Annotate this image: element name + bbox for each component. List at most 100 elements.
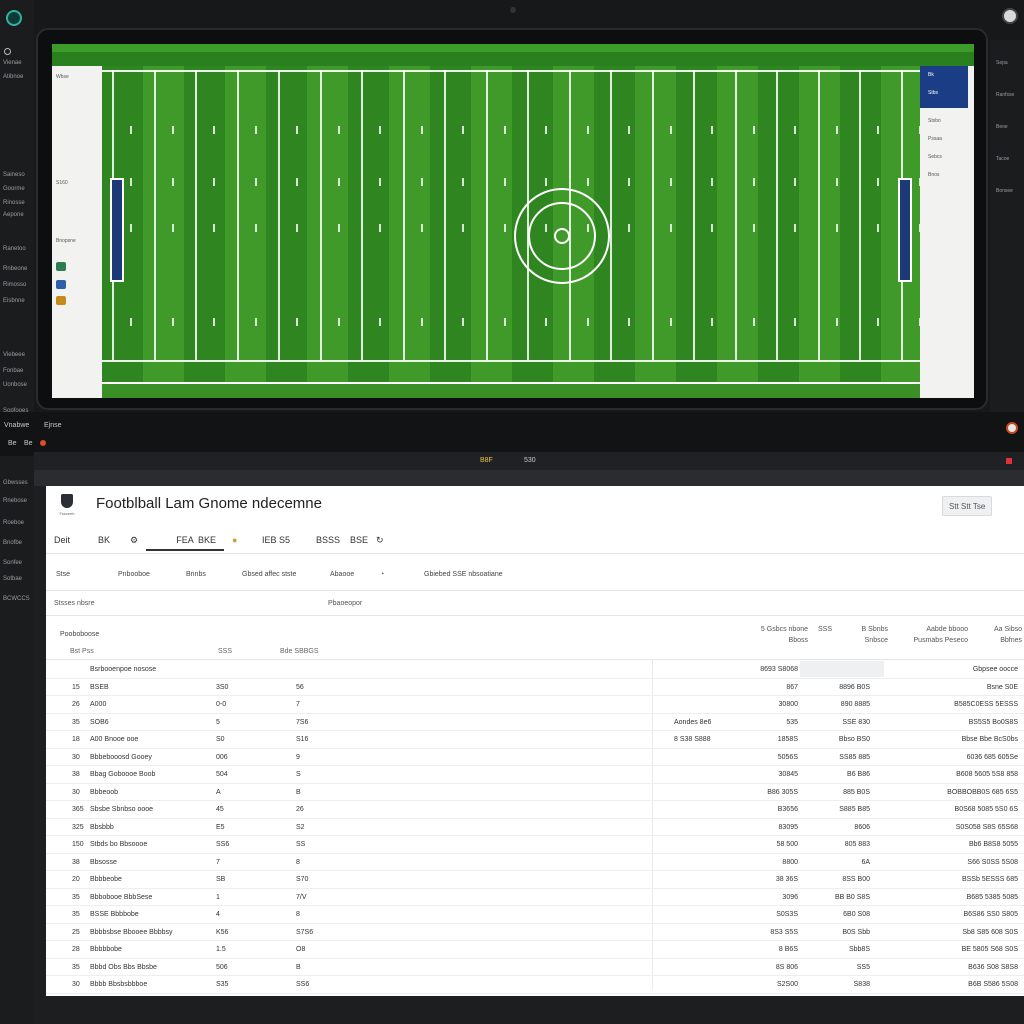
tab-label[interactable]: B8F [480, 457, 493, 464]
table-cell: 9 [296, 753, 300, 761]
table-row[interactable]: 30 Bbbeoob A B B86 305S 885 B0S BOBBOBB0S 685 … [46, 784, 1024, 801]
table-row[interactable]: 20 Bbbbeobe SB S70 38 36S 8SS B00 BSSb 5ESSS 6… [46, 871, 1024, 889]
left-sidebar-item[interactable]: Gbwsses [3, 480, 28, 486]
team-badge-icon[interactable] [56, 262, 66, 271]
left-sidebar-item[interactable]: Viebeee [3, 352, 25, 358]
hash-mark [213, 224, 215, 232]
address-bar[interactable] [34, 470, 1024, 486]
settings-icon[interactable] [1006, 422, 1018, 434]
table-row[interactable]: 18 A00 Bnooe ooe S0 S16 8 S38 S888 1858S Bbso … [46, 731, 1024, 749]
taskbar-item[interactable]: Be [24, 440, 33, 447]
left-sidebar-item[interactable]: Goorme [3, 186, 25, 192]
table-cell: BSEB [90, 683, 109, 691]
tab-bke[interactable]: BKE [198, 535, 216, 545]
hash-mark [628, 126, 630, 134]
filter-bnnbs[interactable]: Bnnbs [186, 571, 206, 578]
col-header-line: Bboss [788, 637, 808, 644]
right-sidebar-item[interactable]: Bonsee [996, 188, 1013, 194]
record-icon[interactable] [40, 440, 46, 446]
user-avatar-icon[interactable] [1002, 8, 1018, 24]
yard-line [153, 70, 156, 360]
header-cell[interactable]: Bde SBBGS [280, 648, 319, 655]
left-sidebar-item[interactable]: Eisbnne [3, 298, 25, 304]
right-sidebar-item[interactable]: Beoe [996, 124, 1008, 130]
left-sidebar-item[interactable]: Atibnoe [3, 74, 23, 80]
left-sidebar-item[interactable]: Rinosse [3, 200, 25, 206]
team-badge-icon[interactable] [56, 280, 66, 289]
table-row[interactable]: 38 Bbsosse 7 8 8800 6A S66 S0SS 5S08 [46, 854, 1024, 871]
table-row[interactable]: 30 Bbbebooosd Gooey 006 9 5056S SS85 885 6036 … [46, 749, 1024, 766]
table-row[interactable]: 26 A000 0-0 7 30800 890 8885 B585C0ESS 5ESSS [46, 696, 1024, 714]
table-row[interactable]: 28 Bbbbbobe 1.5 O8 8 B6S Sbb8S BE 5805 S68 S0S [46, 941, 1024, 959]
taskbar-item[interactable]: Vnabwe [4, 422, 29, 429]
gear-icon[interactable]: ⚙ [130, 535, 138, 546]
left-sidebar-item[interactable]: Sonfee [3, 560, 22, 566]
table-cell: 8SS B00 [842, 876, 870, 883]
tab-bse[interactable]: BSE [350, 535, 368, 545]
app-logo[interactable]: Fssceeb [54, 492, 80, 518]
table-cell: 18 [72, 736, 80, 743]
table-row[interactable]: 150 Stbds bo Bbsoooe SS6 SS 58 500 805 883 Bb6… [46, 836, 1024, 854]
table-row[interactable]: Bsrbooenpoe nosose 8693 S8068 Gbpsee oocce [46, 661, 1024, 679]
filter-clock-icon[interactable]: ◔ [380, 571, 384, 578]
team-badge-icon[interactable] [56, 296, 66, 305]
panel-right-mid-label: Stbs [928, 90, 939, 96]
left-sidebar-item[interactable]: Rimosso [3, 282, 26, 288]
table-row[interactable]: 30 Bbbb Bbsbsbbboe S35 SS6 S2S00 S838 B6B S586… [46, 976, 1024, 994]
filter-pnbooboe[interactable]: Pnbooboe [118, 571, 150, 578]
refresh-icon[interactable]: ↻ [376, 535, 384, 546]
filter-stse[interactable]: Stse [56, 571, 70, 578]
right-sidebar-item[interactable]: Sepa [996, 60, 1008, 66]
table-cell: S0 [216, 736, 225, 743]
table-row[interactable]: 25 Bbbbsbse Bbooee Bbbbsy K56 S7S6 8S3 S5S B0… [46, 924, 1024, 941]
table-row[interactable]: 35 Bbbd Obs Bbs Bbsbe 506 B 8S 806 SS5 B636 S0… [46, 959, 1024, 976]
taskbar-item[interactable]: Ejnse [44, 422, 62, 429]
table-row[interactable]: 325 Bbsbbb E5 S2 83095 8606 S0S058 S8S 65S68 [46, 819, 1024, 836]
right-sidebar-item[interactable]: Tacoe [996, 156, 1009, 162]
filter-abaooe[interactable]: Abaooe [330, 571, 354, 578]
table-row[interactable]: 35 SOB6 5 7S6 Aondes 8e6 535 SSE 830 BS5S5 Bo0S… [46, 714, 1024, 731]
left-sidebar-item[interactable]: Bnofbe [3, 540, 22, 546]
header-cell[interactable]: Bst Pss [70, 648, 94, 655]
taskbar-item[interactable]: Be [8, 440, 17, 447]
left-sidebar-item[interactable]: Uonbose [3, 382, 27, 388]
left-sidebar-item[interactable]: Aepone [3, 212, 24, 218]
left-sidebar-item[interactable]: BCWCCS [3, 596, 30, 602]
table-row[interactable]: 35 Bbbobooe BbbSese 1 7/V 3096 BB B0 S8S B685 … [46, 889, 1024, 906]
left-sidebar-item[interactable]: Vienae [3, 60, 22, 66]
close-icon[interactable] [1006, 458, 1012, 464]
table-row[interactable]: 38 Bbag Goboooe Boob 504 S 30845 B6 B86 B608 5… [46, 766, 1024, 784]
hash-mark [835, 126, 838, 134]
coin-icon[interactable]: ● [232, 535, 237, 545]
table-cell: S0S3S [776, 911, 798, 918]
left-sidebar-item[interactable]: Sotbae [3, 576, 22, 582]
header-actions[interactable]: Stt Stt Tse [942, 496, 993, 516]
sub-left-label[interactable]: Stsses nbsre [54, 600, 94, 607]
table-cell: 83095 [778, 823, 798, 831]
tab-ieb[interactable]: IEB S5 [262, 535, 290, 545]
left-sidebar-item[interactable]: Rnebose [3, 498, 27, 504]
table-row[interactable]: 35 BSSE Bbbbobe 4 8 S0S3S 6B0 S08 B6S86 SS0 S8… [46, 906, 1024, 924]
table-row[interactable]: 365 Sbsbe Sbnbso oooe 45 26 B3656 S885 B85 B0S… [46, 801, 1024, 819]
table-cell: Bsne S0E [986, 683, 1018, 691]
table-cell: SB [216, 876, 226, 883]
filter-gbsed[interactable]: Gbsed affec stste [242, 571, 296, 578]
right-sidebar-item[interactable]: Ranfsse [996, 92, 1014, 98]
left-sidebar-item[interactable]: Fonbae [3, 368, 23, 374]
left-sidebar-item[interactable]: Saineso [3, 172, 25, 178]
tab-bsss[interactable]: BSSS [316, 535, 340, 545]
left-sidebar-item[interactable]: Roeboe [3, 520, 24, 526]
tab-bk[interactable]: BK [98, 535, 110, 545]
power-icon[interactable] [4, 48, 11, 55]
left-sidebar-item[interactable]: Ranetoo [3, 246, 26, 252]
field-stripe [471, 66, 512, 382]
table-cell: Bbbobooe BbbSese [90, 893, 153, 901]
filter-gbiebed[interactable]: Gbiebed SSE nbsoatiane [424, 571, 503, 578]
tab-label[interactable]: 530 [524, 457, 536, 464]
tab-deit[interactable]: Deit [54, 535, 70, 545]
left-sidebar-item[interactable]: Rnbeone [3, 266, 27, 272]
app-logo-icon[interactable] [6, 10, 22, 26]
sub-right-label[interactable]: Pbaoeopor [328, 600, 362, 607]
table-row[interactable]: 15 BSEB 3S0 56 867 8896 B0S Bsne S0E [46, 679, 1024, 696]
header-cell[interactable]: SSS [218, 648, 232, 655]
